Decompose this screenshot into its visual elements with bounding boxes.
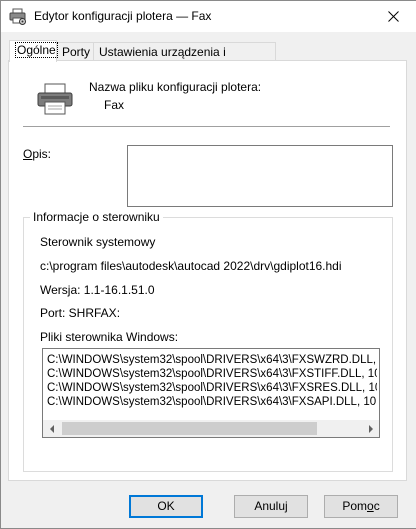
driver-type: Sterownik systemowy — [40, 235, 156, 249]
driver-info-title: Informacje o sterowniku — [30, 210, 163, 224]
tab-strip: Ogólne Porty Ustawienia urządzenia i dok… — [1, 32, 416, 78]
plotter-config-icon — [9, 8, 27, 25]
tab-general-label: Ogólne — [15, 42, 58, 58]
config-file-label: Nazwa pliku konfiguracji plotera: — [89, 80, 262, 94]
chevron-left-icon — [49, 424, 54, 433]
list-item[interactable]: C:\WINDOWS\system32\spool\DRIVERS\x64\3\… — [47, 367, 377, 381]
description-label: Opis: — [23, 147, 52, 161]
close-button[interactable] — [370, 1, 416, 32]
general-tab-panel: Nazwa pliku konfiguracji plotera: Fax Op… — [8, 60, 407, 481]
cancel-button[interactable]: Anuluj — [234, 495, 308, 518]
scroll-thumb[interactable] — [62, 422, 317, 435]
mnemonic-letter: o — [367, 499, 374, 513]
close-icon — [387, 11, 399, 22]
driver-port: Port: SHRFAX: — [40, 306, 121, 320]
driver-files-rows: C:\WINDOWS\system32\spool\DRIVERS\x64\3\… — [47, 353, 377, 409]
help-button[interactable]: Pomoc — [324, 495, 398, 518]
tab-general[interactable]: Ogólne — [9, 40, 58, 62]
driver-version: Wersja: 1.1-16.1.51.0 — [40, 283, 155, 297]
printer-icon — [37, 83, 73, 115]
driver-files-list[interactable]: C:\WINDOWS\system32\spool\DRIVERS\x64\3\… — [42, 348, 380, 438]
title-bar[interactable]: Edytor konfiguracji plotera — Fax — [1, 1, 416, 32]
list-item[interactable]: C:\WINDOWS\system32\spool\DRIVERS\x64\3\… — [47, 353, 377, 367]
tab-device-settings[interactable]: Ustawienia urządzenia i dokumentu — [93, 42, 276, 78]
dialog-window: Edytor konfiguracji plotera — Fax Ogólne… — [0, 0, 416, 529]
tab-ports-label: Porty — [62, 45, 91, 59]
driver-path: c:\program files\autodesk\autocad 2022\d… — [40, 259, 342, 273]
driver-files-label: Pliki sterownika Windows: — [40, 330, 179, 344]
description-input[interactable] — [127, 145, 393, 207]
scroll-right-button[interactable] — [362, 420, 379, 437]
window-title: Edytor konfiguracji plotera — Fax — [34, 9, 212, 23]
scroll-left-button[interactable] — [43, 420, 60, 437]
separator — [23, 126, 390, 127]
chevron-right-icon — [368, 424, 373, 433]
ok-button[interactable]: OK — [129, 495, 203, 518]
list-item[interactable]: C:\WINDOWS\system32\spool\DRIVERS\x64\3\… — [47, 395, 377, 409]
list-item[interactable]: C:\WINDOWS\system32\spool\DRIVERS\x64\3\… — [47, 381, 377, 395]
horizontal-scrollbar[interactable] — [43, 420, 379, 437]
config-file-value: Fax — [104, 98, 125, 112]
mnemonic-letter: O — [23, 147, 33, 161]
tab-ports[interactable]: Porty — [56, 42, 94, 61]
driver-info-group: Informacje o sterowniku Sterownik system… — [23, 210, 393, 472]
